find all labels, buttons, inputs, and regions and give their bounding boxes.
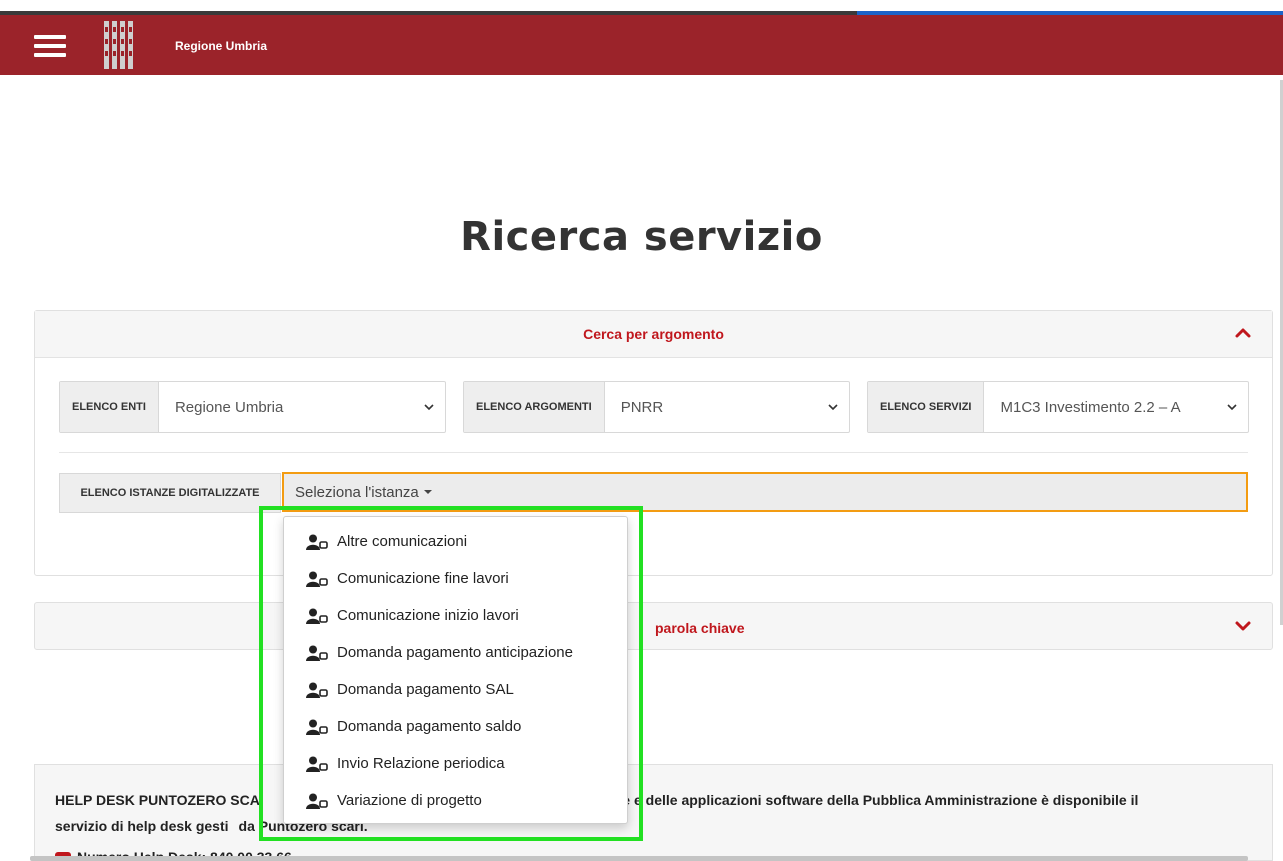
select-label-servizi: ELENCO SERVIZI (868, 382, 985, 432)
chevron-down-icon (424, 404, 434, 411)
dropdown-item[interactable]: Domanda pagamento saldo (284, 708, 627, 745)
panel-cerca-per-parola-chiave[interactable]: parola chiave (34, 602, 1273, 650)
chevron-down-icon[interactable] (1234, 617, 1252, 635)
istanze-dropdown-toggle[interactable]: Seleziona l'istanza (282, 472, 1248, 512)
istanze-placeholder: Seleziona l'istanza (295, 483, 419, 501)
caret-down-icon (423, 490, 432, 494)
dropdown-item[interactable]: Comunicazione inizio lavori (284, 597, 627, 634)
select-value-servizi[interactable]: M1C3 Investimento 2.2 – A (984, 382, 1248, 432)
istanze-label: ELENCO ISTANZE DIGITALIZZATE (59, 473, 281, 513)
istanze-dropdown-menu: Altre comunicazioni Comunicazione fine l… (283, 516, 628, 824)
dropdown-item[interactable]: Domanda pagamento anticipazione (284, 634, 627, 671)
user-form-icon (306, 682, 328, 698)
select-elenco-argomenti[interactable]: ELENCO ARGOMENTI PNRR (463, 381, 850, 433)
user-form-icon (306, 793, 328, 809)
dropdown-item[interactable]: Comunicazione fine lavori (284, 560, 627, 597)
select-value-argomenti[interactable]: PNRR (605, 382, 849, 432)
dropdown-item[interactable]: Altre comunicazioni (284, 523, 627, 560)
select-elenco-enti[interactable]: ELENCO ENTI Regione Umbria (59, 381, 446, 433)
site-header: Regione Umbria (0, 15, 1283, 75)
dropdown-item[interactable]: Variazione di progetto (284, 782, 627, 819)
regione-umbria-logo[interactable] (102, 19, 138, 71)
user-form-icon (306, 645, 328, 661)
helpdesk-text: HELP DESK PUNTOZERO SCA me e delle applic… (55, 792, 1139, 834)
user-form-icon (306, 571, 328, 587)
user-form-icon (306, 756, 328, 772)
istanze-group: ELENCO ISTANZE DIGITALIZZATE Seleziona l… (59, 472, 1248, 513)
user-form-icon (306, 719, 328, 735)
divider (59, 452, 1248, 453)
brand-name[interactable]: Regione Umbria (175, 39, 267, 53)
page-title: Ricerca servizio (460, 214, 823, 260)
user-form-icon (306, 534, 328, 550)
panel-title-parola-chiave: parola chiave (655, 620, 745, 636)
panel-cerca-per-argomento: Cerca per argomento (34, 310, 1273, 576)
menu-button[interactable] (34, 35, 66, 57)
dropdown-item[interactable]: Domanda pagamento SAL (284, 671, 627, 708)
user-form-icon (306, 608, 328, 624)
panel-header-argomento[interactable]: Cerca per argomento (35, 311, 1272, 358)
chevron-up-icon[interactable] (1234, 324, 1252, 342)
chevron-down-icon (1227, 404, 1237, 411)
helpdesk-box: HELP DESK PUNTOZERO SCA me e delle applic… (34, 764, 1273, 861)
select-elenco-servizi[interactable]: ELENCO SERVIZI M1C3 Investimento 2.2 – A (867, 381, 1249, 433)
select-label-argomenti: ELENCO ARGOMENTI (464, 382, 605, 432)
horizontal-scrollbar[interactable] (30, 856, 1248, 861)
select-value-enti[interactable]: Regione Umbria (159, 382, 445, 432)
panel-title-argomento: Cerca per argomento (583, 326, 724, 342)
dropdown-item[interactable]: Invio Relazione periodica (284, 745, 627, 782)
chevron-down-icon (828, 404, 838, 411)
select-label-enti: ELENCO ENTI (60, 382, 159, 432)
